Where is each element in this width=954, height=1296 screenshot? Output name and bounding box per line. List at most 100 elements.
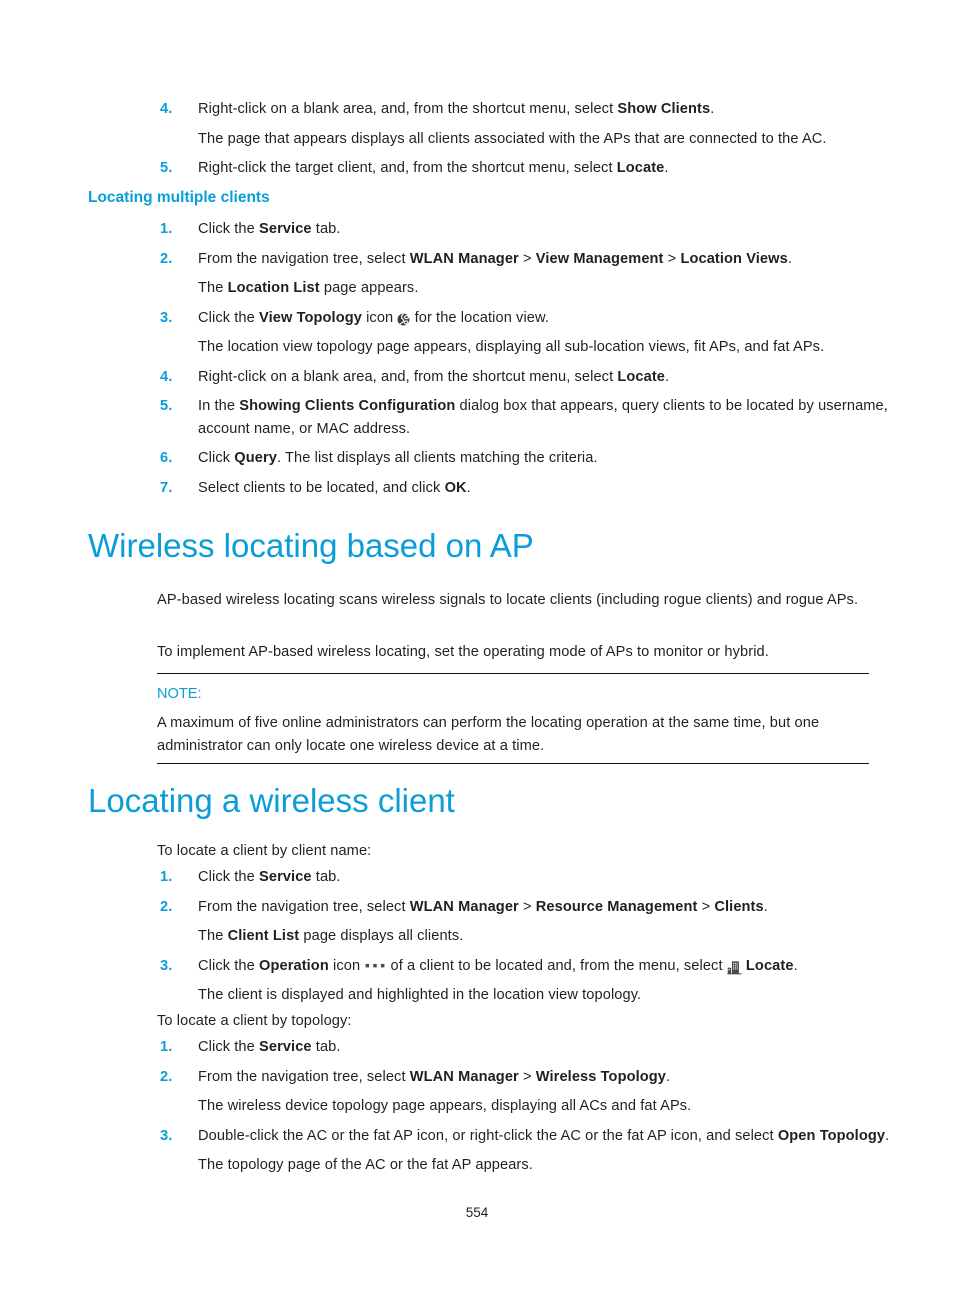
text-run: The (198, 280, 228, 296)
text-run: The (198, 928, 228, 944)
list-number: 5. (160, 160, 173, 176)
ordered-list-by-client-name: 1. Click the Service tab. 2. From the na… (156, 866, 896, 1007)
text-run: . (787, 250, 792, 267)
list-item: 7. Select clients to be located, and cli… (156, 477, 896, 500)
list-number: 3. (160, 1127, 173, 1144)
text-run: . (466, 479, 471, 496)
view-topology-globe-icon (397, 312, 410, 326)
list-item: 3. Click the View Topology icon for the … (156, 307, 896, 359)
page-number: 554 (465, 1205, 489, 1220)
text-run: > (518, 250, 536, 267)
text-run-bold: OK (444, 479, 467, 496)
text-run-bold: WLAN Manager (409, 898, 519, 915)
text-run-bold: View Topology (259, 309, 362, 326)
list-item: 1. Click the Service tab. (156, 866, 896, 889)
text-run: . (763, 898, 768, 915)
list-number: 3. (160, 309, 173, 326)
list-item-subtext: The page that appears displays all clien… (198, 130, 827, 147)
top-steps-block: 4. Right-click on a blank area, and, fro… (0, 98, 954, 187)
locate-by-client-name-steps: 1. Click the Service tab. 2. From the na… (0, 866, 954, 1014)
list-number: 1. (160, 869, 173, 885)
list-item-subtext: The Client List page displays all client… (198, 925, 896, 948)
list-number: 2. (160, 1068, 173, 1085)
text-run: From the navigation tree, select (198, 250, 410, 267)
text-run: Click (198, 450, 235, 466)
text-run-bold: Showing Clients Configuration (239, 398, 456, 414)
list-number: 7. (160, 479, 173, 496)
list-item-text: Click the Service tab. (198, 1036, 896, 1059)
list-item-text: Select clients to be located, and click … (198, 477, 896, 500)
note-text: A maximum of five online administrators … (157, 715, 820, 754)
list-item-text: Right-click the target client, and, from… (198, 157, 896, 180)
text-run: page displays all clients. (299, 928, 464, 944)
list-item-subtext: The location view topology page appears,… (198, 339, 825, 355)
note-box: NOTE: A maximum of five online administr… (157, 673, 869, 764)
text-run-bold: Locate (745, 957, 794, 974)
note-label: NOTE: (157, 686, 202, 702)
text-run-bold: Service (259, 221, 312, 237)
list-number: 4. (160, 101, 173, 117)
list-item: 1. Click the Service tab. (156, 1036, 896, 1059)
ordered-list-by-topology: 1. Click the Service tab. 2. From the na… (156, 1036, 896, 1177)
heading-locating-a-wireless-client: Locating a wireless client (88, 782, 455, 819)
text-run: > (663, 250, 681, 267)
text-run-bold: Location Views (680, 250, 788, 267)
list-number: 1. (160, 221, 173, 237)
heading-locating-a-wireless-client-wrap: Locating a wireless client (88, 781, 455, 821)
text-run: Select clients to be located, and click (198, 479, 445, 496)
list-item: 4. Right-click on a blank area, and, fro… (156, 366, 896, 389)
text-run: > (518, 898, 536, 915)
text-run: In the (198, 398, 240, 414)
text-run: icon (361, 309, 398, 326)
text-run: of a client to be located and, from the … (386, 957, 727, 974)
locating-multiple-clients-steps: 1. Click the Service tab. 2. From the na… (0, 218, 954, 506)
text-run: > (518, 1068, 536, 1085)
list-item: 2. From the navigation tree, select WLAN… (156, 896, 896, 948)
list-item-text: Click the Service tab. (198, 866, 896, 889)
text-run: . (666, 1068, 671, 1085)
text-run: page appears. (319, 280, 419, 296)
text-run: > (697, 898, 715, 915)
text-run-bold: Locate (617, 368, 666, 385)
list-item: 5. Right-click the target client, and, f… (156, 157, 896, 180)
list-item: 5. In the Showing Clients Configuration … (156, 395, 896, 440)
text-run: Double-click the AC or the fat AP icon, … (198, 1127, 778, 1144)
text-run: Click the (198, 869, 260, 885)
document-page: 4. Right-click on a blank area, and, fro… (0, 0, 954, 1296)
text-run-bold: Client List (227, 928, 300, 944)
heading-locating-multiple-clients: Locating multiple clients (88, 189, 270, 206)
text-run: . (710, 101, 715, 117)
list-number: 6. (160, 450, 173, 466)
text-run: From the navigation tree, select (198, 1068, 410, 1085)
list-item-subtext: The client is displayed and highlighted … (198, 987, 642, 1003)
paragraph-implement-ap-based: To implement AP-based wireless locating,… (157, 644, 769, 660)
list-item-text: From the navigation tree, select WLAN Ma… (198, 1066, 896, 1089)
intro-locate-by-client-name: To locate a client by client name: (157, 843, 372, 859)
list-item: 2. From the navigation tree, select WLAN… (156, 248, 896, 300)
text-run-bold: Clients (714, 898, 764, 915)
text-run: Right-click the target client, and, from… (198, 160, 617, 176)
heading-wireless-locating-based-on-ap-wrap: Wireless locating based on AP (88, 526, 534, 566)
text-run-bold: Open Topology (777, 1127, 886, 1144)
text-run-bold: Service (259, 869, 312, 885)
text-run: Click the (198, 1039, 260, 1055)
text-run-bold: Operation (259, 957, 329, 974)
list-item-text: Click the Service tab. (198, 218, 896, 241)
list-item-text: Click Query. The list displays all clien… (198, 447, 896, 470)
list-item: 4. Right-click on a blank area, and, fro… (156, 98, 896, 150)
text-run-bold: Show Clients (617, 101, 711, 117)
intro-locate-by-topology: To locate a client by topology: (157, 1013, 352, 1029)
list-item: 6. Click Query. The list displays all cl… (156, 447, 896, 470)
text-run-bold: Location List (227, 280, 320, 296)
ordered-list-multiple-clients: 1. Click the Service tab. 2. From the na… (156, 218, 896, 499)
text-run: Click the (198, 957, 260, 974)
locate-building-icon (727, 960, 742, 975)
text-run: . The list displays all clients matching… (276, 450, 598, 466)
list-item-subtext: The wireless device topology page appear… (198, 1098, 692, 1114)
text-run: . (664, 160, 669, 176)
text-run: for the location view. (410, 309, 550, 326)
list-number: 4. (160, 368, 173, 385)
text-run: Click the (198, 309, 260, 326)
list-item-text: Right-click on a blank area, and, from t… (198, 366, 896, 389)
text-run: icon (328, 957, 365, 974)
